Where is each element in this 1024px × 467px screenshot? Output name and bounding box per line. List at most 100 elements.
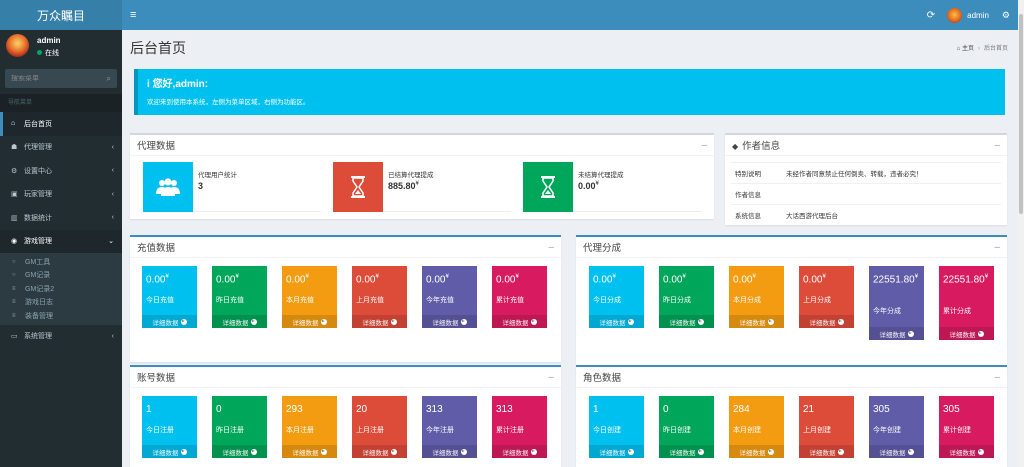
stat-detail-link[interactable]: 详细数据 xyxy=(142,315,197,328)
stat-number: 22551.80 xyxy=(943,274,985,286)
stat-detail-link[interactable]: 详细数据 xyxy=(659,315,714,328)
box-title: 代理分成 xyxy=(583,243,622,254)
scrollbar-thumb[interactable] xyxy=(1019,14,1023,214)
chevron-down-icon: ⌄ xyxy=(108,238,114,246)
collapse-icon[interactable]: – xyxy=(994,372,1000,383)
sidebar-subitem-gm-log-2[interactable]: ≡ GM记录2 xyxy=(0,282,122,296)
stat-detail-link[interactable]: 详细数据 xyxy=(729,445,784,458)
refresh-icon[interactable]: ⟳ xyxy=(927,10,935,21)
stat-number: 0.00 xyxy=(593,274,613,286)
navbar-username[interactable]: admin xyxy=(967,11,989,20)
stat-detail-link[interactable]: 详细数据 xyxy=(869,327,924,340)
user-avatar-small[interactable] xyxy=(947,7,963,23)
sidebar-subitem-equipment[interactable]: ≡ 装备管理 xyxy=(0,309,122,323)
sidebar-search-input[interactable] xyxy=(5,75,107,82)
sidebar-item-player-management[interactable]: ▣ 玩家管理 ‹ xyxy=(0,183,122,207)
sidebar-subitem-gm-tool[interactable]: ○ GM工具 xyxy=(0,255,122,269)
stat-box-today-register: 1 今日注册 详细数据 xyxy=(142,396,197,458)
stat-detail-link[interactable]: 详细数据 xyxy=(799,315,854,328)
stat-label: 上月充值 xyxy=(356,297,384,304)
sidebar-item-label: 数据统计 xyxy=(24,214,52,222)
box-title: 代理数据 xyxy=(137,141,176,152)
currency-unit: ¥ xyxy=(445,274,449,280)
stat-label: 昨日创建 xyxy=(663,427,691,434)
book-icon: ▣ xyxy=(11,191,18,199)
sidebar-item-agent-management[interactable]: ☗ 代理管理 ‹ xyxy=(0,136,122,160)
arrow-circle-right-icon xyxy=(460,448,467,455)
stat-detail-link[interactable]: 详细数据 xyxy=(212,445,267,458)
arrow-circle-right-icon xyxy=(390,448,397,455)
stat-detail-link[interactable]: 详细数据 xyxy=(589,315,644,328)
stat-detail-link[interactable]: 详细数据 xyxy=(869,445,924,458)
stat-label: 今日注册 xyxy=(146,427,174,434)
home-icon: ⌂ xyxy=(11,120,16,128)
chevron-left-icon: ‹ xyxy=(111,143,114,151)
stat-detail-link[interactable]: 详细数据 xyxy=(939,445,994,458)
arrow-circle-right-icon xyxy=(180,318,187,325)
stat-detail-link[interactable]: 详细数据 xyxy=(729,315,784,328)
arrow-circle-right-icon xyxy=(767,448,774,455)
stat-value: 0.00¥ xyxy=(803,274,826,285)
sidebar-toggle-icon[interactable]: ≡ xyxy=(130,9,144,21)
currency-unit: ¥ xyxy=(305,274,309,280)
table-row: 系统信息 大话西游代理后台 xyxy=(731,204,1001,226)
stat-detail-link[interactable]: 详细数据 xyxy=(492,315,547,328)
collapse-icon[interactable]: – xyxy=(548,242,554,253)
collapse-icon[interactable]: – xyxy=(701,140,707,151)
app-logo[interactable]: 万众瞩目 xyxy=(0,0,122,30)
stat-detail-link[interactable]: 详细数据 xyxy=(939,327,994,340)
sidebar-item-game-management[interactable]: ◉ 游戏管理 ⌄ xyxy=(0,229,122,253)
table-key: 作者信息 xyxy=(731,183,782,205)
settings-icon[interactable]: ⚙ xyxy=(1002,10,1010,21)
stat-detail-link[interactable]: 详细数据 xyxy=(422,315,477,328)
stat-detail-label: 详细数据 xyxy=(599,449,626,457)
stat-number: 0.00 xyxy=(146,274,166,286)
stat-label: 本月创建 xyxy=(733,427,761,434)
box-header: 代理数据 – xyxy=(130,135,714,156)
sidebar-item-statistics[interactable]: ▥ 数据统计 ‹ xyxy=(0,206,122,230)
sidebar-subitem-gm-log[interactable]: ○ GM记录 xyxy=(0,269,122,283)
stat-label: 昨日充值 xyxy=(216,297,244,304)
stat-detail-link[interactable]: 详细数据 xyxy=(659,445,714,458)
stat-label: 今年分成 xyxy=(873,308,901,315)
stat-detail-link[interactable]: 详细数据 xyxy=(422,445,477,458)
breadcrumb-home-link[interactable]: 主页 xyxy=(962,46,974,52)
stat-detail-link[interactable]: 详细数据 xyxy=(799,445,854,458)
info-box-content: 代理用户统计 3 xyxy=(193,162,237,211)
sidebar-item-system-management[interactable]: ▭ 系统管理 ‹ xyxy=(0,325,122,349)
info-box-content: 已结算代理提成 885.80¥ xyxy=(383,162,434,211)
sidebar-subitem-game-log[interactable]: ≡ 游戏日志 xyxy=(0,296,122,310)
main-content: 后台首页 ⌂ 主页 › 后台首页 i 您好,admin: 欢迎来到使用本系统，左侧为… xyxy=(122,30,1018,467)
sidebar-item-settings[interactable]: ⚙ 设置中心 ‹ xyxy=(0,159,122,183)
stat-detail-link[interactable]: 详细数据 xyxy=(352,445,407,458)
stat-detail-link[interactable]: 详细数据 xyxy=(352,315,407,328)
stat-detail-label: 详细数据 xyxy=(949,449,976,457)
collapse-icon[interactable]: – xyxy=(548,372,554,383)
stat-detail-label: 详细数据 xyxy=(362,449,389,457)
stat-detail-link[interactable]: 详细数据 xyxy=(492,445,547,458)
stat-detail-label: 详细数据 xyxy=(152,319,179,327)
list-icon: ≡ xyxy=(12,285,16,292)
collapse-icon[interactable]: – xyxy=(994,140,1000,151)
collapse-icon[interactable]: – xyxy=(994,242,1000,253)
box-title: 角色数据 xyxy=(583,373,622,384)
stat-value: 0.00¥ xyxy=(593,274,616,285)
stat-detail-link[interactable]: 详细数据 xyxy=(212,315,267,328)
stat-detail-link[interactable]: 详细数据 xyxy=(589,445,644,458)
stat-value: 0.00¥ xyxy=(286,274,309,285)
table-value: 大话西游代理后台 xyxy=(782,204,1001,226)
stat-box-last-month-commission: 0.00¥ 上月分成 详细数据 xyxy=(799,266,854,328)
stat-box-yesterday-commission: 0.00¥ 昨日分成 详细数据 xyxy=(659,266,714,328)
stat-value: 284 xyxy=(733,404,750,415)
page-scrollbar[interactable] xyxy=(1018,0,1024,467)
table-key: 系统信息 xyxy=(731,204,782,226)
stat-detail-link[interactable]: 详细数据 xyxy=(282,445,337,458)
user-status-text: 在线 xyxy=(45,50,59,57)
stat-detail-link[interactable]: 详细数据 xyxy=(142,445,197,458)
sidebar-item-home[interactable]: ⌂ 后台首页 xyxy=(0,112,122,136)
role-data-box: 角色数据 – 1 今日创建 详细数据 0 昨日创建 详细数据 284 本月创建 详细数据 2… xyxy=(576,365,1007,467)
search-icon[interactable]: ⌕ xyxy=(107,74,111,84)
stat-box-total-recharge: 0.00¥ 累计充值 详细数据 xyxy=(492,266,547,328)
stat-detail-link[interactable]: 详细数据 xyxy=(282,315,337,328)
stat-detail-label: 详细数据 xyxy=(599,319,626,327)
